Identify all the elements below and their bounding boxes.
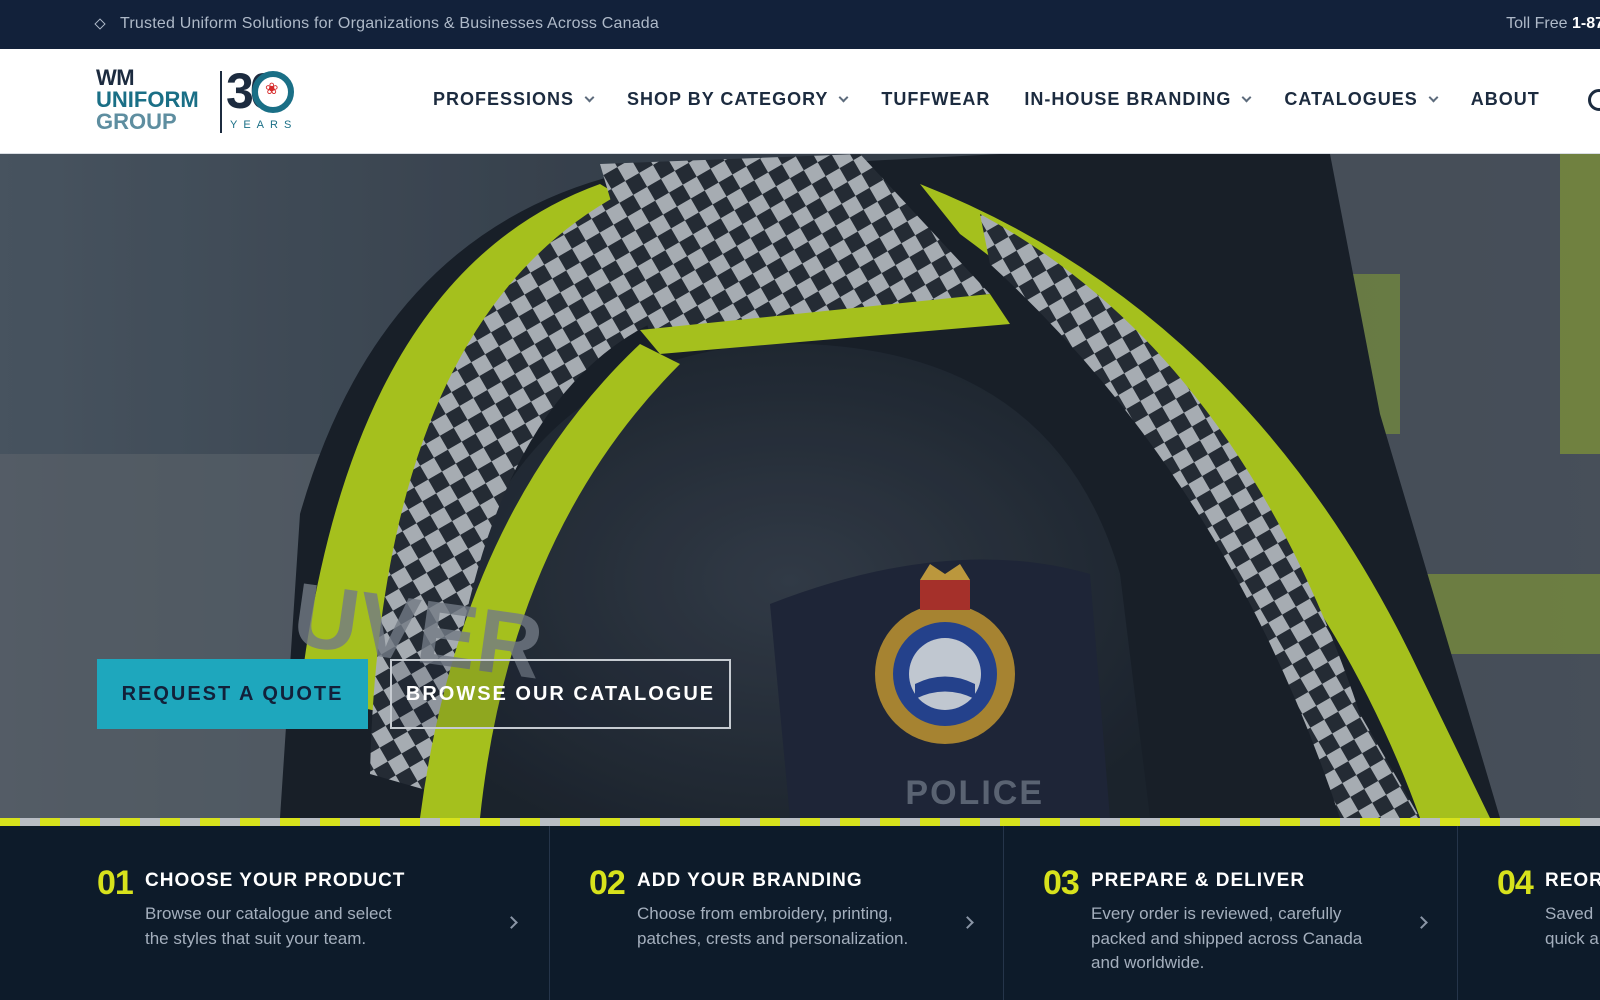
toll-free-number[interactable]: 1-87 (1572, 15, 1600, 32)
nav-item-label: IN-HOUSE BRANDING (1024, 89, 1232, 109)
nav-item-label: PROFESSIONS (433, 89, 575, 109)
logo-line-group: GROUP (96, 109, 177, 134)
step-title: PREPARE & DELIVER (1091, 870, 1306, 891)
logo-line-uniform: UNIFORM (96, 87, 199, 112)
chevron-down-icon (1241, 92, 1252, 103)
step-4[interactable]: 04 REORD Saved quick a (1497, 826, 1600, 1000)
toll-free[interactable]: Toll Free 1-87 (1506, 15, 1600, 33)
logo-wordmark: WM UNIFORM GROUP (96, 67, 199, 133)
step-description: Saved quick a (1545, 904, 1599, 948)
step-number: 01 (97, 864, 134, 902)
nav-item-label: ABOUT (1470, 89, 1540, 109)
chevron-down-icon (838, 92, 849, 103)
hero-banner: POLICE UVER REQUEST A QUOTE BROWSE OUR C… (0, 154, 1600, 818)
step-2[interactable]: 02 ADD YOUR BRANDING Choose from embroid… (589, 826, 989, 1000)
step-number: 04 (1497, 864, 1534, 902)
request-quote-button[interactable]: REQUEST A QUOTE (97, 659, 368, 729)
nav-item-label: TUFFWEAR (881, 89, 991, 109)
nav-item-catalogues[interactable]: CATALOGUES (1284, 89, 1439, 110)
browse-catalogue-button[interactable]: BROWSE OUR CATALOGUE (390, 659, 731, 729)
nav-item-professions[interactable]: PROFESSIONS (433, 89, 595, 110)
nav-item-label: SHOP BY CATEGORY (627, 89, 829, 109)
logo-line-wm: WM (96, 65, 135, 90)
nav-item-about[interactable]: ABOUT (1471, 89, 1540, 110)
main-nav: PROFESSIONS SHOP BY CATEGORY TUFFWEAR IN-HO… (433, 89, 1574, 110)
nav-item-label: CATALOGUES (1284, 89, 1418, 109)
step-3[interactable]: 03 PREPARE & DELIVER Every order is revi… (1043, 826, 1443, 1000)
logo-years: YEARS (230, 119, 298, 131)
step-title: CHOOSE YOUR PRODUCT (145, 870, 406, 891)
wm-uniform-group-logo[interactable]: WM UNIFORM GROUP 30 ❀ YEARS (96, 63, 298, 135)
site-header: WM UNIFORM GROUP 30 ❀ YEARS PROFESSIONS S… (0, 49, 1600, 154)
search-icon[interactable] (1588, 89, 1600, 111)
chevron-right-icon[interactable] (1415, 916, 1428, 929)
chevron-right-icon[interactable] (505, 916, 518, 929)
chevron-right-icon[interactable] (961, 916, 974, 929)
top-announcement-bar: Trusted Uniform Solutions for Organizati… (0, 0, 1600, 49)
step-divider (549, 826, 550, 1000)
chevron-down-icon (584, 92, 595, 103)
step-description: Every order is reviewed, carefully packe… (1091, 904, 1363, 972)
step-title: ADD YOUR BRANDING (637, 870, 863, 891)
step-description: Choose from embroidery, printing, patche… (637, 904, 909, 948)
step-1[interactable]: 01 CHOOSE YOUR PRODUCT Browse our catalo… (97, 826, 527, 1000)
step-title: REORD (1545, 870, 1600, 891)
step-number: 03 (1043, 864, 1080, 902)
nav-item-in-house-branding[interactable]: IN-HOUSE BRANDING (1024, 89, 1252, 110)
diamond-icon (94, 18, 106, 30)
step-description: Browse our catalogue and select the styl… (145, 904, 392, 948)
tagline: Trusted Uniform Solutions for Organizati… (94, 15, 659, 33)
process-steps: 01 CHOOSE YOUR PRODUCT Browse our catalo… (0, 826, 1600, 1000)
chevron-down-icon (1428, 92, 1439, 103)
hi-vis-stripe-divider (0, 818, 1600, 826)
nav-item-tuffwear[interactable]: TUFFWEAR (881, 89, 990, 110)
step-number: 02 (589, 864, 626, 902)
toll-free-label: Toll Free (1506, 15, 1568, 32)
nav-item-shop-by-category[interactable]: SHOP BY CATEGORY (627, 89, 849, 110)
tagline-text: Trusted Uniform Solutions for Organizati… (120, 15, 659, 32)
logo-divider (220, 71, 222, 133)
maple-leaf-icon: ❀ (265, 81, 279, 98)
step-divider (1003, 826, 1004, 1000)
step-divider (1457, 826, 1458, 1000)
